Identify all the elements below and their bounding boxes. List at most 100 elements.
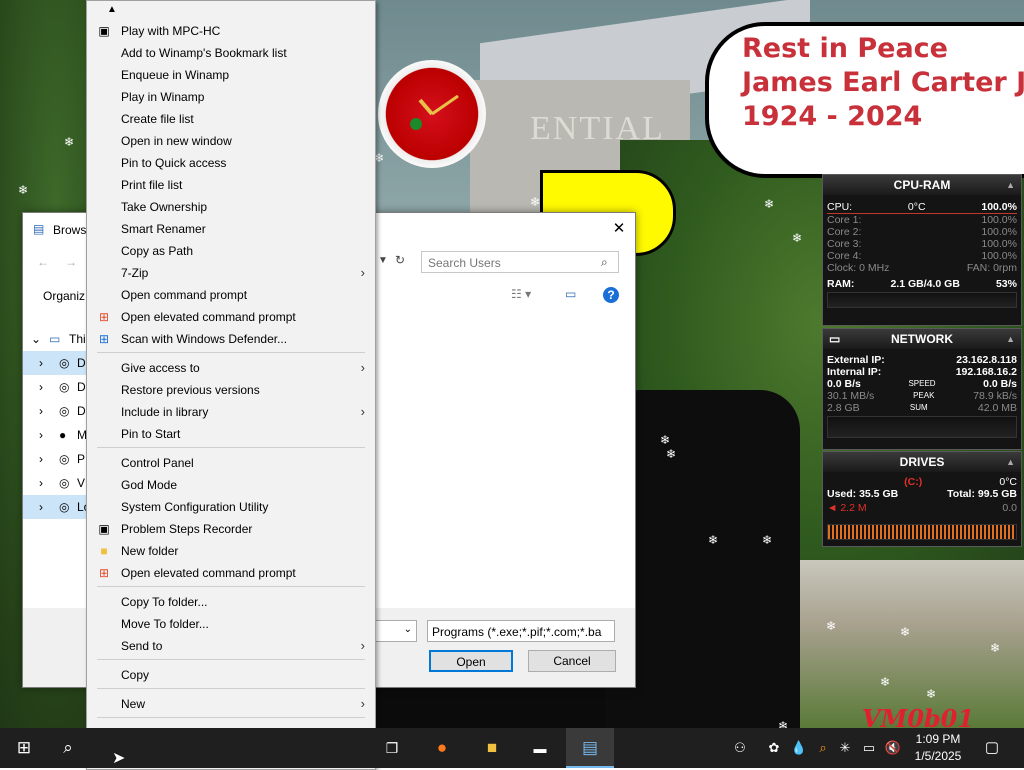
file-explorer-taskbar-button[interactable]: ■ — [472, 728, 512, 768]
task-view-button[interactable]: ❐ — [374, 728, 410, 768]
menu-item-winamp-bookmark[interactable]: Add to Winamp's Bookmark list — [87, 42, 375, 64]
tray-app[interactable]: ✿ — [764, 728, 784, 768]
task-view-icon: ❐ — [385, 740, 399, 756]
core-value: 100.0% — [981, 250, 1017, 262]
drives-gadget[interactable]: DRIVES ▲ (C:) 0°C Used: 35.5 GB Total: 99.5… — [822, 451, 1022, 547]
tray-app[interactable]: 💧 — [790, 728, 808, 768]
scroll-up-icon[interactable]: ▲ — [107, 4, 117, 15]
nav-item-videos[interactable]: › ◎ V — [23, 471, 93, 495]
command-prompt-taskbar-button[interactable]: ▬ — [520, 728, 560, 768]
menu-item-open-command-prompt[interactable]: Open command prompt — [87, 284, 375, 306]
snowflake-icon: ❄ — [990, 641, 1001, 655]
tray-app[interactable]: ⌕ — [814, 728, 832, 768]
cpu-label: CPU: — [827, 201, 853, 213]
menu-item-include-library[interactable]: Include in library › — [87, 401, 375, 423]
action-center-button[interactable]: ▢ — [978, 728, 1006, 768]
network-gadget[interactable]: ▭ NETWORK ▲ External IP: 23.162.8.118 Inter… — [822, 328, 1022, 450]
system-clock[interactable]: 1:09 PM 1/5/2025 — [908, 731, 968, 765]
external-ip-value: 23.162.8.118 — [956, 354, 1017, 366]
nav-label: D — [77, 380, 86, 394]
menu-item-scan-defender[interactable]: ⊞ Scan with Windows Defender... — [87, 328, 375, 350]
drive-graph — [827, 524, 1017, 540]
menu-item-steps-recorder[interactable]: ▣ Problem Steps Recorder — [87, 518, 375, 540]
menu-item-restore-versions[interactable]: Restore previous versions — [87, 379, 375, 401]
menu-item-take-ownership[interactable]: Take Ownership — [87, 196, 375, 218]
menu-item-label: Enqueue in Winamp — [121, 68, 230, 82]
menu-item-7zip[interactable]: 7-Zip › — [87, 262, 375, 284]
cpu-ram-gadget[interactable]: CPU-RAM ▲ CPU: 0°C 100.0% Core 1: 100.0% C… — [822, 174, 1022, 326]
menu-item-pin-quick-access[interactable]: Pin to Quick access — [87, 152, 375, 174]
menu-item-label: Send to — [121, 639, 163, 653]
menu-item-open-new-window[interactable]: Open in new window — [87, 130, 375, 152]
firefox-taskbar-button[interactable]: ● — [422, 728, 462, 768]
menu-item-open-elevated-prompt-2[interactable]: ⊞ Open elevated command prompt — [87, 562, 375, 584]
open-button[interactable]: Open — [429, 650, 513, 672]
nav-item-this-pc[interactable]: ⌄ ▭ Thi — [23, 327, 93, 351]
menu-item-print-file-list[interactable]: Print file list — [87, 174, 375, 196]
chevron-right-icon: › — [39, 452, 43, 466]
chevron-right-icon: › — [360, 638, 365, 653]
tray-app-icon: ✿ — [768, 740, 780, 755]
refresh-icon[interactable]: ↻ — [395, 253, 405, 267]
menu-item-play-winamp[interactable]: Play in Winamp — [87, 86, 375, 108]
snowflake-icon: ❄ — [880, 675, 891, 689]
app-icon: ▤ — [33, 222, 45, 236]
snowflake-icon: ❄ — [708, 533, 719, 547]
nav-item-pictures[interactable]: › ◎ P — [23, 447, 93, 471]
sum-down: 2.8 GB — [827, 402, 860, 414]
back-icon[interactable]: ← — [37, 255, 49, 269]
collapse-icon[interactable]: ▲ — [1006, 452, 1015, 472]
tray-app[interactable]: ✳ — [836, 728, 854, 768]
start-button[interactable]: ⊞ — [0, 728, 48, 768]
close-icon[interactable]: ✕ — [609, 219, 629, 239]
menu-item-open-elevated-prompt[interactable]: ⊞ Open elevated command prompt — [87, 306, 375, 328]
menu-item-control-panel[interactable]: Control Panel — [87, 452, 375, 474]
firefox-icon: ● — [436, 738, 448, 757]
volume-button[interactable]: 🔇 — [884, 728, 902, 768]
menu-item-god-mode[interactable]: God Mode — [87, 474, 375, 496]
menu-item-pin-to-start[interactable]: Pin to Start — [87, 423, 375, 445]
file-type-select[interactable]: Programs (*.exe;*.pif;*.com;*.ba — [427, 620, 615, 642]
cancel-button[interactable]: Cancel — [528, 650, 616, 672]
menu-item-smart-renamer[interactable]: Smart Renamer — [87, 218, 375, 240]
nav-item-drive[interactable]: › ◎ D — [23, 375, 93, 399]
menu-item-label: Play in Winamp — [121, 90, 205, 104]
search-input[interactable]: Search Users — [421, 251, 619, 273]
clock-gadget[interactable] — [378, 60, 486, 168]
nav-item-local-disk[interactable]: › ◎ Lo — [23, 495, 93, 519]
network-tray-button[interactable]: ▭ — [860, 728, 878, 768]
menu-item-enqueue-winamp[interactable]: Enqueue in Winamp — [87, 64, 375, 86]
nav-item-music[interactable]: › ● M — [23, 423, 93, 447]
nav-item-drive[interactable]: › ◎ D — [23, 399, 93, 423]
forward-icon[interactable]: → — [65, 255, 77, 269]
menu-item-play-mpc-hc[interactable]: ▣ Play with MPC-HC — [87, 20, 375, 42]
people-button[interactable]: ⚇ — [730, 728, 750, 768]
preview-pane-icon[interactable]: ▭ — [565, 287, 576, 301]
nav-item-drive[interactable]: › ◎ D — [23, 351, 93, 375]
search-button[interactable]: ⌕ — [48, 728, 88, 768]
menu-item-copy-to-folder[interactable]: Copy To folder... — [87, 591, 375, 613]
help-icon[interactable]: ? — [603, 287, 619, 303]
address-dropdown-icon[interactable]: ▼ — [378, 255, 388, 266]
view-options-icon[interactable]: ☷ ▾ — [511, 287, 531, 301]
context-menu[interactable]: ▲ ▣ Play with MPC-HC Add to Winamp's Book… — [86, 0, 376, 770]
core-value: 100.0% — [981, 238, 1017, 250]
menu-item-copy[interactable]: Copy — [87, 664, 375, 686]
menu-item-copy-as-path[interactable]: Copy as Path — [87, 240, 375, 262]
active-app-taskbar-button[interactable]: ▤ — [566, 728, 614, 768]
menu-item-new[interactable]: New › — [87, 693, 375, 715]
chevron-right-icon: › — [360, 360, 365, 375]
menu-item-system-config[interactable]: System Configuration Utility — [87, 496, 375, 518]
disk-icon: ◎ — [59, 500, 70, 514]
menu-item-new-folder[interactable]: ■ New folder — [87, 540, 375, 562]
menu-item-send-to[interactable]: Send to › — [87, 635, 375, 657]
menu-item-create-file-list[interactable]: Create file list — [87, 108, 375, 130]
chevron-right-icon: › — [39, 500, 43, 514]
collapse-icon[interactable]: ▲ — [1006, 175, 1015, 195]
file-name-dropdown[interactable]: ⌄ — [375, 620, 417, 642]
collapse-icon[interactable]: ▲ — [1006, 329, 1015, 349]
menu-item-give-access[interactable]: Give access to › — [87, 357, 375, 379]
taskbar: ⊞ ⌕ ❐ ● ■ ▬ ▤ ⚇ ✿ 💧 ⌕ ✳ ▭ 🔇 1:09 PM 1/5/… — [0, 728, 1024, 768]
internal-ip-value: 192.168.16.2 — [955, 366, 1017, 378]
menu-item-move-to-folder[interactable]: Move To folder... — [87, 613, 375, 635]
